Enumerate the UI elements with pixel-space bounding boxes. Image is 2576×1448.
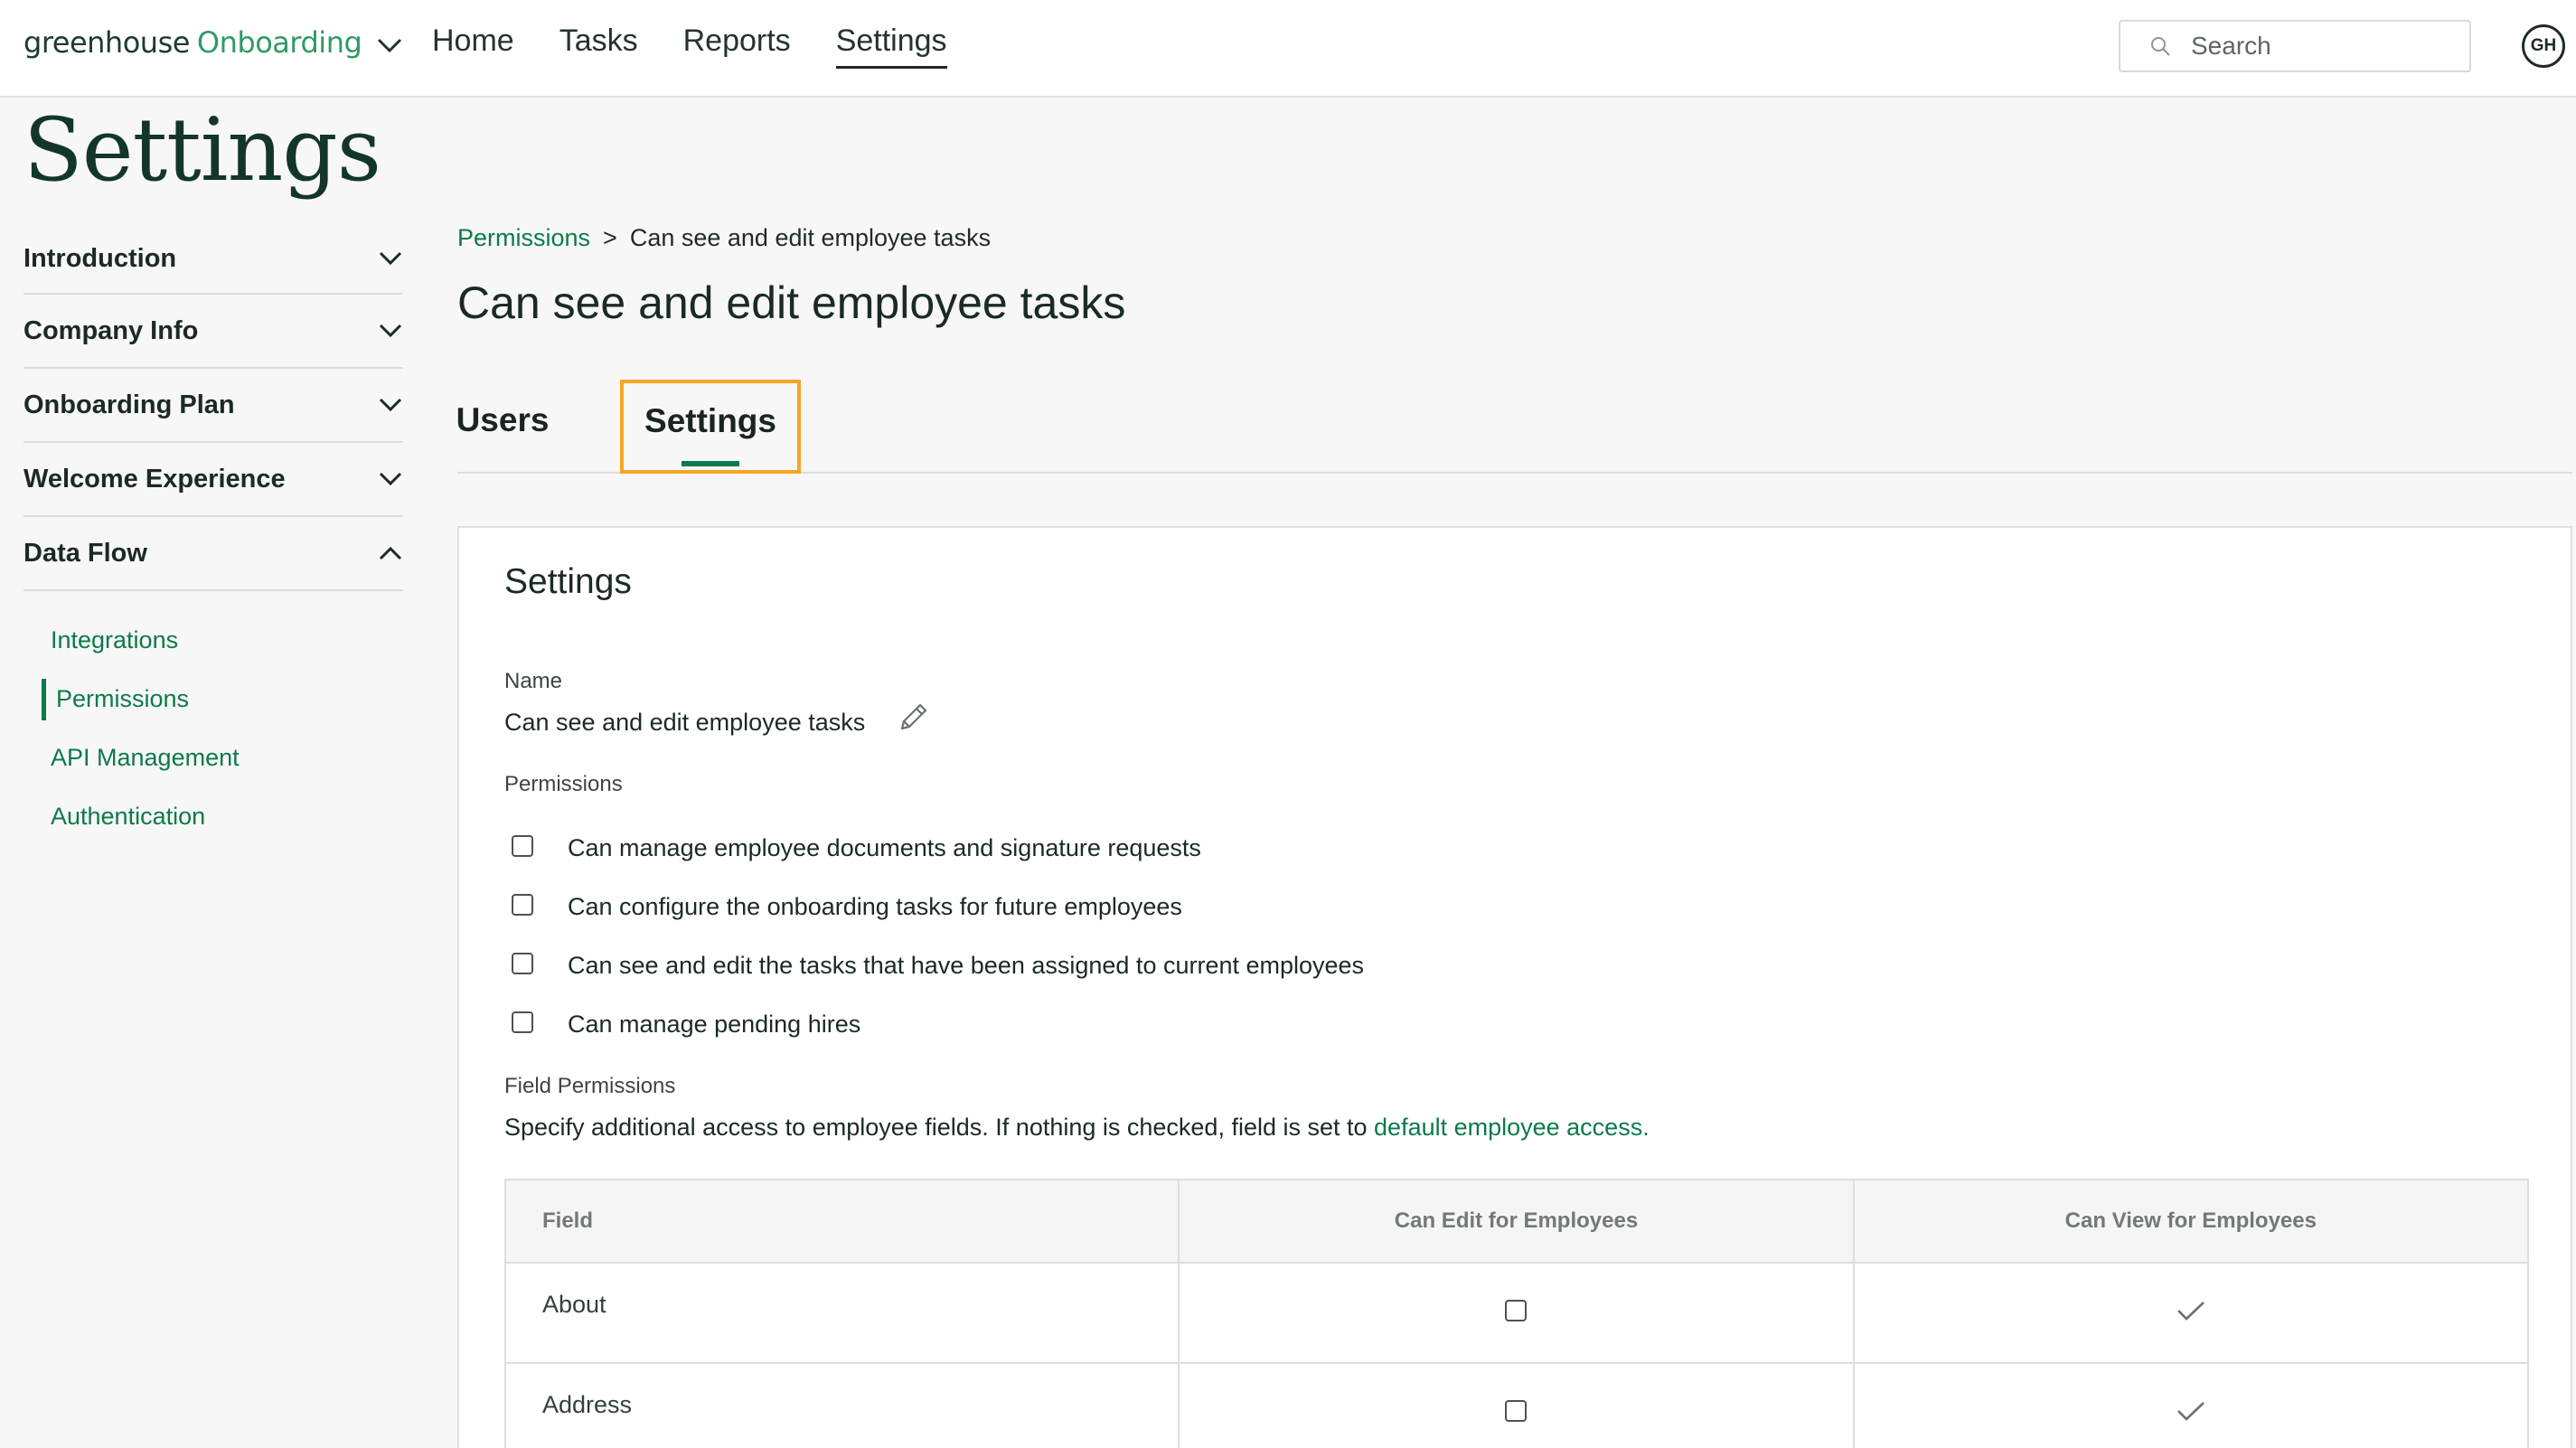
chevron-down-icon: [379, 251, 402, 266]
pencil-icon[interactable]: [895, 698, 933, 736]
permission-option[interactable]: Can manage pending hires: [512, 995, 1364, 1054]
tab-settings-label: Settings: [644, 402, 776, 439]
main-nav: Home Tasks Reports Settings: [432, 24, 947, 69]
sidebar-section-label: Company Info: [24, 315, 199, 345]
search-icon: [2151, 37, 2170, 56]
can-view-cell: [1852, 1262, 2530, 1364]
sidebar-section-label: Introduction: [24, 243, 177, 273]
table-header-row: Field Can Edit for Employees Can View fo…: [503, 1179, 2530, 1264]
checkmark-icon: [2176, 1402, 2205, 1421]
sidebar-item-permissions[interactable]: Permissions: [24, 670, 403, 729]
permission-checkbox[interactable]: [512, 834, 533, 857]
permission-option[interactable]: Can configure the onboarding tasks for f…: [512, 878, 1364, 936]
name-label: Name: [504, 669, 563, 693]
tab-bar: Users Settings: [456, 380, 2572, 474]
sidebar-section-onboarding-plan[interactable]: Onboarding Plan: [24, 369, 403, 443]
nav-tasks[interactable]: Tasks: [559, 24, 638, 69]
user-avatar[interactable]: GH: [2522, 24, 2565, 68]
nav-reports[interactable]: Reports: [683, 24, 791, 69]
permission-label: Can see and edit the tasks that have bee…: [568, 952, 1365, 979]
name-value: Can see and edit employee tasks: [504, 709, 866, 736]
settings-sidebar: Introduction Company Info Onboarding Pla…: [24, 224, 403, 846]
chevron-down-icon: [379, 324, 402, 338]
breadcrumb: Permissions > Can see and edit employee …: [457, 224, 991, 252]
column-header-can-view: Can View for Employees: [1852, 1179, 2530, 1264]
chevron-down-icon: [378, 38, 402, 53]
breadcrumb-current: Can see and edit employee tasks: [629, 224, 992, 251]
sidebar-section-introduction[interactable]: Introduction: [24, 224, 403, 295]
column-header-can-edit: Can Edit for Employees: [1178, 1179, 1855, 1264]
permission-label: Can configure the onboarding tasks for f…: [568, 893, 1182, 920]
page-title: Settings: [24, 99, 381, 201]
table-row: About: [503, 1262, 2530, 1364]
sidebar-section-company-info[interactable]: Company Info: [24, 295, 403, 369]
sidebar-item-api-management[interactable]: API Management: [24, 729, 403, 787]
settings-card: Settings Name Can see and edit employee …: [457, 526, 2572, 1448]
nav-home[interactable]: Home: [432, 24, 514, 69]
chevron-up-icon: [379, 546, 402, 560]
sidebar-item-integrations[interactable]: Integrations: [24, 611, 403, 670]
permission-label: Can manage pending hires: [568, 1011, 861, 1038]
field-name-cell: Address: [503, 1362, 1180, 1448]
sidebar-section-label: Welcome Experience: [24, 464, 286, 494]
breadcrumb-separator: >: [603, 224, 617, 251]
search-input[interactable]: Search: [2119, 20, 2471, 72]
can-view-cell: [1852, 1362, 2530, 1448]
chevron-down-icon: [379, 472, 402, 486]
brand-logo-text: greenhouse: [24, 25, 190, 60]
permissions-list: Can manage employee documents and signat…: [512, 819, 1364, 1054]
tab-users[interactable]: Users: [456, 374, 550, 466]
field-permissions-table: Field Can Edit for Employees Can View fo…: [503, 1179, 2530, 1448]
nav-settings[interactable]: Settings: [835, 24, 947, 69]
permission-option[interactable]: Can manage employee documents and signat…: [512, 819, 1364, 878]
can-edit-checkbox[interactable]: [1505, 1400, 1528, 1422]
sidebar-section-welcome-experience[interactable]: Welcome Experience: [24, 443, 403, 517]
field-permissions-text: Specify additional access to employee fi…: [504, 1114, 1375, 1141]
permission-checkbox[interactable]: [512, 893, 533, 916]
sidebar-section-label: Onboarding Plan: [24, 390, 235, 419]
can-edit-cell: [1178, 1262, 1855, 1364]
top-navigation: greenhouse Onboarding Home Tasks Reports…: [0, 0, 2576, 98]
field-permissions-description: Specify additional access to employee fi…: [504, 1114, 1650, 1142]
sidebar-item-authentication[interactable]: Authentication: [24, 787, 403, 846]
column-header-field: Field: [503, 1179, 1180, 1264]
table-row: Address: [503, 1362, 2530, 1448]
field-permissions-label: Field Permissions: [504, 1074, 676, 1098]
sidebar-section-data-flow[interactable]: Data Flow: [24, 517, 403, 591]
app-switcher[interactable]: greenhouse Onboarding: [24, 20, 403, 65]
search-placeholder: Search: [2191, 32, 2271, 60]
sidebar-subnav: Integrations Permissions API Management …: [24, 611, 403, 846]
checkmark-icon: [2176, 1302, 2205, 1321]
permission-checkbox[interactable]: [512, 952, 533, 974]
tab-settings[interactable]: Settings: [620, 380, 801, 474]
permission-option[interactable]: Can see and edit the tasks that have bee…: [512, 936, 1364, 995]
permission-checkbox[interactable]: [512, 1011, 533, 1033]
permission-label: Can manage employee documents and signat…: [568, 834, 1201, 861]
brand-product-name: Onboarding: [196, 25, 362, 60]
can-edit-checkbox[interactable]: [1505, 1300, 1528, 1321]
permission-title: Can see and edit employee tasks: [457, 277, 1126, 328]
default-employee-access-link[interactable]: default employee access.: [1374, 1114, 1650, 1141]
field-name-cell: About: [503, 1262, 1180, 1364]
breadcrumb-permissions-link[interactable]: Permissions: [457, 224, 590, 252]
permissions-label: Permissions: [504, 772, 623, 796]
can-edit-cell: [1178, 1362, 1855, 1448]
sidebar-section-label: Data Flow: [24, 538, 147, 568]
chevron-down-icon: [379, 398, 402, 412]
card-title: Settings: [504, 562, 632, 601]
